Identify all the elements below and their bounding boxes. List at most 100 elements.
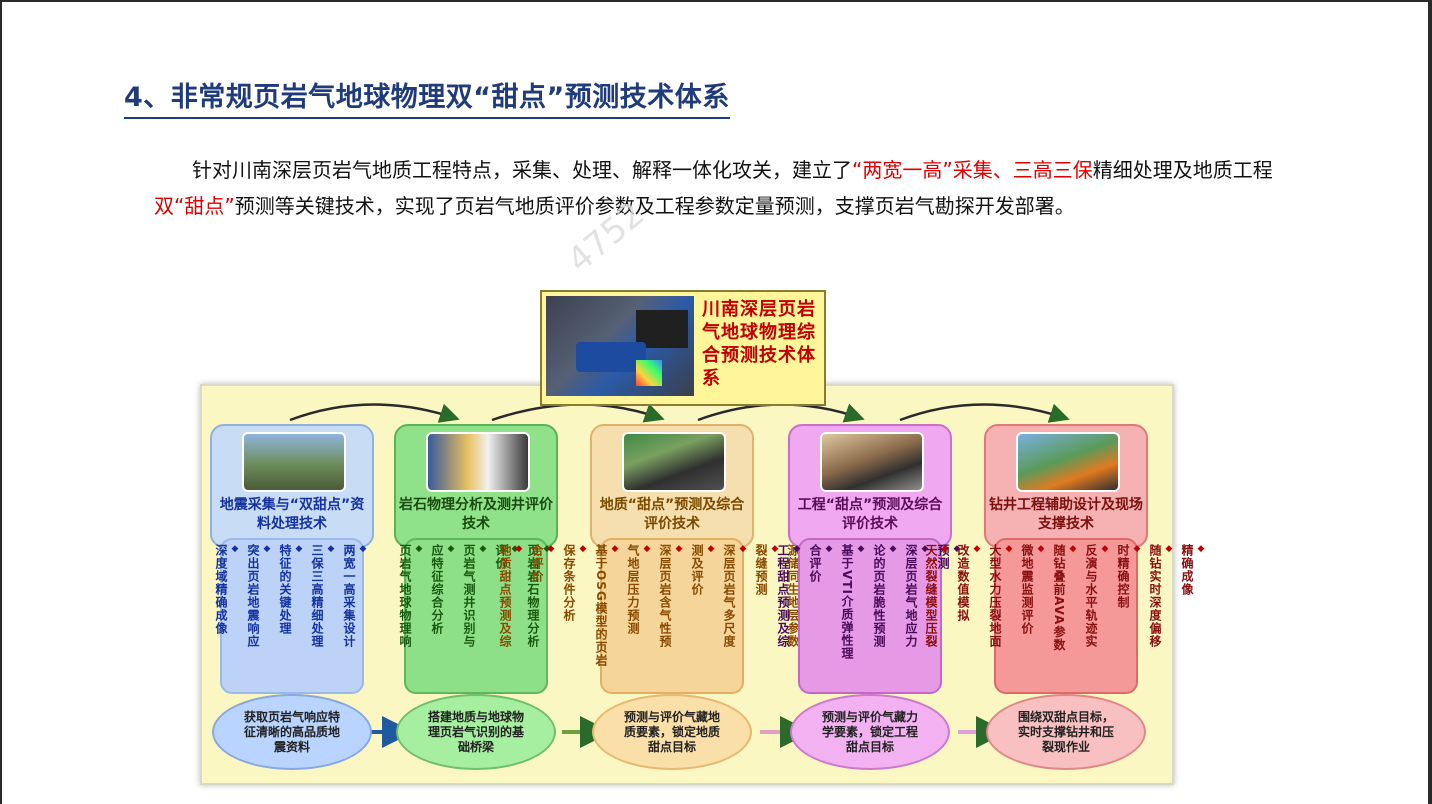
bullet-icon: ◆	[446, 544, 456, 555]
outcome-text: 获取页岩气响应特征清晰的高品质地震资料	[243, 709, 340, 754]
column-body: ◆ 两宽一高采集设计 ◆ 三保三高精细处理 ◆ 特征的关键处理 ◆ 突出页岩地震响应 ◆ 深度域精…	[214, 538, 368, 694]
para-highlight-1: “两宽一高”采集、三高三保	[852, 158, 1093, 182]
column-body: ◆定量预测◆源储同生地层参数◆裂缝预测◆深层页岩气多尺度◆测及评价◆深层页岩含气…	[498, 538, 844, 694]
tech-item-text: 工程甜点预测及综	[776, 544, 790, 648]
para-text-3: 预测等关键技术，实现了页岩气地质评价参数及工程参数定量预测，支撑页岩气勘探开发部…	[234, 194, 1075, 218]
bullet-icon: ◆	[1036, 544, 1046, 555]
tech-item: ◆ 反演与水平轨迹实	[1084, 544, 1112, 651]
left-border	[0, 0, 2, 804]
bullet-icon: ◆	[738, 544, 748, 555]
para-text-2: 精细处理及地质工程	[1092, 158, 1273, 182]
column-header: 钻井工程辅助设计及现场支撑技术	[984, 424, 1148, 548]
outcome-text: 预测与评价气藏地质要素，锁定地质甜点目标	[623, 709, 720, 754]
bullet-icon: ◆	[294, 544, 304, 555]
outcome-oval: 围绕双甜点目标，实时支撑钻井和压裂现作业	[986, 694, 1146, 770]
tech-item-text: 基于OSG模型的页岩	[594, 544, 608, 667]
column-body: ◆ 页岩岩石物理分析 ◆ 评价 ◆ 页岩气测井识别与 ◆ 应特征综合分析 ◆ 页岩气地球物理响	[398, 538, 552, 694]
outcome-text: 围绕双甜点目标，实时支撑钻井和压裂现作业	[1017, 709, 1114, 754]
tech-item: ◆ 地质甜点预测及综	[498, 544, 526, 667]
tech-item: ◆ 特征的关键处理	[278, 544, 306, 648]
bullet-icon: ◆	[792, 544, 802, 555]
geology-model-image	[622, 432, 726, 492]
bullet-icon: ◆	[972, 544, 982, 555]
top-border	[0, 0, 1432, 2]
tech-item-text: 页岩气测井识别与	[462, 544, 476, 648]
tech-item-text: 裂缝预测	[754, 544, 768, 596]
tech-item-text: 随钻叠前AVA参数	[1052, 544, 1066, 652]
tech-item: ◆ 基于VTI介质弹性理	[840, 544, 868, 660]
tech-item-text: 微地震监测评价	[1020, 544, 1034, 635]
tech-item: ◆ 微地震监测评价	[1020, 544, 1048, 651]
outcome-oval: 搭建地质与地球物理页岩气识别的基础桥梁	[396, 694, 556, 770]
tech-item: ◆ 天然裂缝模型压裂	[924, 544, 952, 651]
tech-item: ◆ 气地层压力预测	[626, 544, 654, 667]
column-header: 地质“甜点”预测及综合评价技术	[590, 424, 754, 548]
intro-paragraph: 针对川南深层页岩气地质工程特点，采集、处理、解释一体化攻关，建立了“两宽一高”采…	[154, 152, 1274, 224]
drilling-site-image	[1016, 432, 1120, 492]
tech-item-text: 改造数值模拟	[956, 544, 970, 622]
tech-item-text: 测及评价	[690, 544, 704, 596]
column-body: ◆ 精确成像 ◆ 随钻实时深度偏移 ◆ 时精确控制 ◆ 反演与水平轨迹实 ◆ 随钻叠前AVA参数 ◆…	[924, 538, 1206, 694]
tech-item-text: 深度域精确成像	[214, 544, 228, 635]
tech-item-text: 三保三高精细处理	[310, 544, 324, 648]
tech-item: ◆ 深层页岩含气性预	[658, 544, 686, 667]
tech-list: ◆ 两宽一高采集设计 ◆ 三保三高精细处理 ◆ 特征的关键处理 ◆ 突出页岩地震响应 ◆ 深度域精…	[214, 544, 368, 648]
para-highlight-2: 双“甜点”	[154, 194, 235, 218]
outcome-text: 搭建地质与地球物理页岩气识别的基础桥梁	[427, 709, 524, 754]
column-header: 岩石物理分析及测井评价技术	[394, 424, 558, 548]
column-title: 地质“甜点”预测及综合评价技术	[599, 497, 745, 532]
tech-item: ◆ 精确成像	[1180, 544, 1208, 651]
bullet-icon: ◆	[1068, 544, 1078, 555]
right-border	[1428, 0, 1432, 804]
tech-item-text: 气地层压力预测	[626, 544, 640, 635]
tech-item: ◆ 论的页岩脆性预测	[872, 544, 900, 660]
outcome-oval: 预测与评价气藏力学要素，锁定工程甜点目标	[790, 694, 950, 770]
tech-list: ◆ 精确成像 ◆ 随钻实时深度偏移 ◆ 时精确控制 ◆ 反演与水平轨迹实 ◆ 随钻叠前AVA参数 ◆…	[924, 544, 1206, 652]
data-cube-icon	[636, 360, 662, 386]
top-arrow-1	[289, 403, 460, 423]
outcome-text: 预测与评价气藏力学要素，锁定工程甜点目标	[821, 709, 918, 754]
bullet-icon: ◆	[888, 544, 898, 555]
tech-item: ◆ 合评价	[530, 544, 558, 667]
bullet-icon: ◆	[230, 544, 240, 555]
system-title: 川南深层页岩气地球物理综合预测技术体系	[702, 299, 816, 389]
outcome-oval: 获取页岩气响应特征清晰的高品质地震资料	[212, 694, 372, 770]
bullet-icon: ◆	[824, 544, 834, 555]
tech-item: ◆ 突出页岩地震响应	[246, 544, 274, 648]
tech-item-text: 精确成像	[1180, 544, 1194, 596]
bullet-icon: ◆	[1132, 544, 1142, 555]
tech-item: ◆ 基于OSG模型的页岩	[594, 544, 622, 667]
tech-item-text: 反演与水平轨迹实	[1084, 544, 1098, 648]
column-title: 钻井工程辅助设计及现场支撑技术	[989, 497, 1143, 532]
bullet-icon: ◆	[514, 544, 524, 555]
equipment-image	[546, 296, 694, 396]
para-text-1: 针对川南深层页岩气地质工程特点，采集、处理、解释一体化攻关，建立了	[192, 158, 852, 182]
bullet-icon: ◆	[706, 544, 716, 555]
seismic-field-image	[242, 432, 346, 492]
tech-item-text: 基于VTI介质弹性理	[840, 544, 854, 660]
tech-item: ◆ 时精确控制	[1116, 544, 1144, 651]
bullet-icon: ◆	[262, 544, 272, 555]
bullet-icon: ◆	[856, 544, 866, 555]
tech-item-text: 两宽一高采集设计	[342, 544, 356, 648]
column-title: 地震采集与“双甜点”资料处理技术	[219, 497, 365, 532]
tech-item: ◆ 深层页岩气多尺度	[722, 544, 750, 667]
column-header: 工程“甜点”预测及综合评价技术	[788, 424, 952, 548]
top-arrow-4	[899, 403, 1070, 423]
tech-item-text: 大型水力压裂地面	[988, 544, 1002, 648]
tech-item: ◆ 随钻实时深度偏移	[1148, 544, 1176, 651]
tech-item: ◆ 页岩气测井识别与	[462, 544, 490, 648]
well-log-image	[426, 432, 530, 492]
bullet-icon: ◆	[674, 544, 684, 555]
bullet-icon: ◆	[1164, 544, 1174, 555]
bullet-icon: ◆	[642, 544, 652, 555]
tech-item-text: 合评价	[808, 544, 822, 583]
tech-item: ◆ 三保三高精细处理	[310, 544, 338, 648]
system-title-box: 川南深层页岩气地球物理综合预测技术体系	[540, 290, 826, 406]
tech-item-text: 应特征综合分析	[430, 544, 444, 635]
bullet-icon: ◆	[610, 544, 620, 555]
bullet-icon: ◆	[1196, 544, 1206, 555]
tech-item-text: 地质甜点预测及综	[498, 544, 512, 648]
tech-item-text: 深层页岩气多尺度	[722, 544, 736, 648]
tech-item: ◆ 改造数值模拟	[956, 544, 984, 651]
